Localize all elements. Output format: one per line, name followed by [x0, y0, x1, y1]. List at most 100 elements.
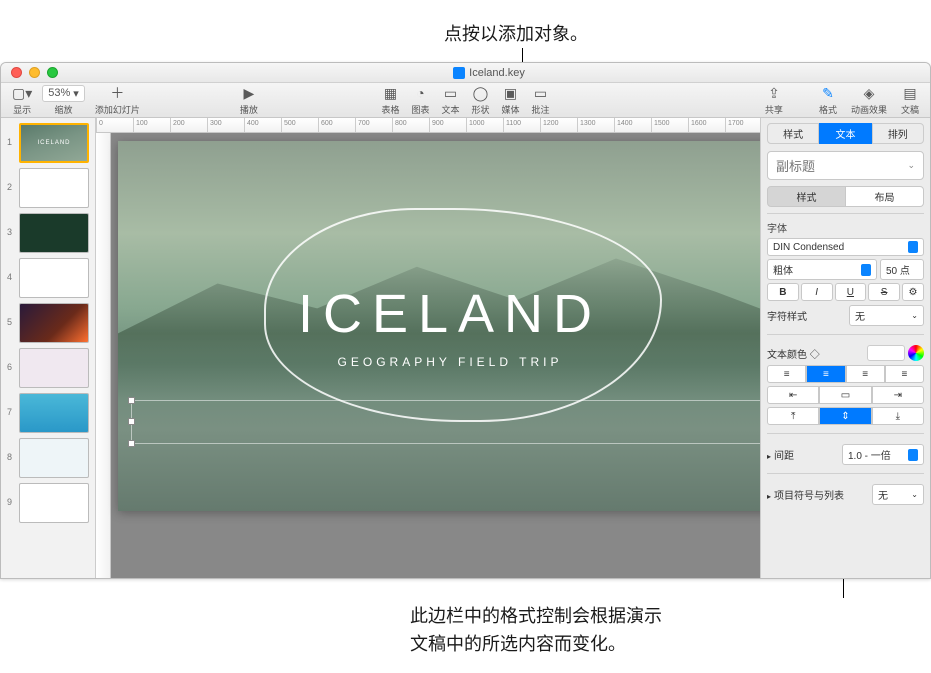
- valign-middle-button[interactable]: ⇕: [819, 407, 871, 425]
- canvas[interactable]: ICELAND GEOGRAPHY FIELD TRIP: [96, 133, 760, 578]
- animate-button[interactable]: ◈动画效果: [846, 85, 892, 116]
- indent-left-button[interactable]: ⇤: [767, 386, 819, 404]
- inspector-tabs: 样式 文本 排列: [761, 118, 930, 147]
- shape-button[interactable]: ◯形状: [467, 85, 495, 116]
- play-button[interactable]: ▶ 播放: [235, 85, 263, 116]
- text-icon: ▭: [444, 85, 457, 102]
- format-icon: ✎: [822, 85, 834, 102]
- app-window: Iceland.key ▢▾ 显示 53%▾ 缩放 ＋ 添加幻灯片 ▶ 播放 ▦…: [0, 62, 931, 579]
- add-slide-button[interactable]: ＋ 添加幻灯片: [90, 85, 145, 116]
- chevron-icon: [908, 449, 918, 461]
- paragraph-style-select[interactable]: 副标题 ⌄: [767, 151, 924, 180]
- callout-bottom: 此边栏中的格式控制会根据演示 文稿中的所选内容而变化。: [410, 602, 662, 658]
- play-icon: ▶: [243, 85, 254, 102]
- keynote-file-icon: [453, 67, 465, 79]
- text-subtabs: 样式 布局: [767, 186, 924, 207]
- color-wheel-icon[interactable]: [908, 345, 924, 361]
- titlebar: Iceland.key: [1, 63, 930, 83]
- slide-subtitle[interactable]: GEOGRAPHY FIELD TRIP: [338, 355, 563, 369]
- document-button[interactable]: ▤文稿: [896, 85, 924, 116]
- view-button[interactable]: ▢▾ 显示: [7, 85, 37, 116]
- indent-none-button[interactable]: ▭: [819, 386, 871, 404]
- tab-arrange[interactable]: 排列: [872, 123, 924, 144]
- ruler-horizontal: 0100200300400500600700800900100011001200…: [96, 118, 760, 133]
- slide-thumb-8[interactable]: 8: [5, 438, 91, 478]
- subtab-style[interactable]: 样式: [767, 186, 846, 207]
- selection-box[interactable]: [131, 400, 760, 444]
- inspector-sidebar: 样式 文本 排列 副标题 ⌄ 样式 布局 字体 DIN Condensed 粗体…: [760, 118, 930, 578]
- textcolor-label: 文本颜色 ◇: [767, 346, 820, 361]
- format-button[interactable]: ✎格式: [814, 85, 842, 116]
- slide-thumb-7[interactable]: 7: [5, 393, 91, 433]
- callout-top: 点按以添加对象。: [444, 20, 588, 46]
- subtab-layout[interactable]: 布局: [846, 186, 924, 207]
- chart-button[interactable]: ◔图表: [406, 85, 434, 116]
- advanced-button[interactable]: ⚙: [902, 283, 924, 301]
- charstyle-label: 字符样式: [767, 308, 807, 323]
- valign-bottom-button[interactable]: ⤓: [872, 407, 924, 425]
- slide-title[interactable]: ICELAND: [298, 283, 602, 345]
- bullets-select[interactable]: 无⌄: [872, 484, 924, 505]
- chevron-down-icon: ▾: [73, 87, 79, 100]
- text-align-group: ≡ ≡ ≡ ≡: [767, 365, 924, 383]
- chevron-icon: [908, 241, 918, 253]
- comment-icon: ▭: [534, 85, 547, 102]
- chart-icon: ◔: [416, 85, 424, 102]
- media-button[interactable]: ▣媒体: [497, 85, 525, 116]
- color-swatch[interactable]: [867, 345, 905, 361]
- slide[interactable]: ICELAND GEOGRAPHY FIELD TRIP: [118, 141, 760, 511]
- minimize-icon[interactable]: [29, 67, 40, 78]
- close-icon[interactable]: [11, 67, 22, 78]
- bold-button[interactable]: B: [767, 283, 799, 301]
- document-title: Iceland.key: [453, 67, 525, 79]
- animate-icon: ◈: [864, 85, 875, 102]
- media-icon: ▣: [504, 85, 517, 102]
- align-right-button[interactable]: ≡: [846, 365, 885, 383]
- toolbar: ▢▾ 显示 53%▾ 缩放 ＋ 添加幻灯片 ▶ 播放 ▦表格 ◔图表 ▭文本 ◯…: [1, 83, 930, 118]
- share-button[interactable]: ⇪共享: [760, 85, 788, 116]
- slide-thumb-3[interactable]: 3: [5, 213, 91, 253]
- zoom-control[interactable]: 53%▾ 缩放: [37, 85, 90, 116]
- text-button[interactable]: ▭文本: [436, 85, 464, 116]
- shape-icon: ◯: [473, 85, 489, 102]
- charstyle-select[interactable]: 无⌄: [849, 305, 924, 326]
- gear-icon: ⚙: [909, 287, 918, 298]
- table-button[interactable]: ▦表格: [376, 85, 404, 116]
- italic-button[interactable]: I: [801, 283, 833, 301]
- spacing-label: ▸间距: [767, 447, 794, 462]
- slide-thumb-5[interactable]: 5: [5, 303, 91, 343]
- share-icon: ⇪: [768, 85, 780, 102]
- view-icon: ▢▾: [12, 85, 32, 102]
- font-weight-select[interactable]: 粗体: [767, 259, 877, 280]
- valign-top-button[interactable]: ⤒: [767, 407, 819, 425]
- align-left-button[interactable]: ≡: [767, 365, 806, 383]
- fullscreen-icon[interactable]: [47, 67, 58, 78]
- align-center-button[interactable]: ≡: [806, 365, 845, 383]
- slide-thumb-2[interactable]: 2: [5, 168, 91, 208]
- indent-right-button[interactable]: ⇥: [872, 386, 924, 404]
- ruler-vertical: [96, 133, 111, 578]
- font-size-stepper[interactable]: 50 点: [880, 259, 924, 280]
- slide-thumb-4[interactable]: 4: [5, 258, 91, 298]
- tab-style[interactable]: 样式: [767, 123, 819, 144]
- font-label: 字体: [767, 220, 924, 235]
- chevron-down-icon: ⌄: [911, 311, 918, 320]
- underline-button[interactable]: U: [835, 283, 867, 301]
- document-icon: ▤: [903, 85, 916, 102]
- bullets-label: ▸项目符号与列表: [767, 487, 844, 502]
- chevron-down-icon: ⌄: [911, 490, 918, 499]
- font-family-select[interactable]: DIN Condensed: [767, 238, 924, 256]
- slide-thumb-1[interactable]: 1ICELAND: [5, 123, 91, 163]
- slide-navigator[interactable]: 1ICELAND 2 3 4 5 6 7 8 9: [1, 118, 96, 578]
- strikethrough-button[interactable]: S: [868, 283, 900, 301]
- chevron-icon: [861, 264, 871, 276]
- plus-icon: ＋: [110, 85, 124, 102]
- spacing-select[interactable]: 1.0 - 一倍: [842, 444, 924, 465]
- align-justify-button[interactable]: ≡: [885, 365, 924, 383]
- table-icon: ▦: [384, 85, 397, 102]
- slide-thumb-9[interactable]: 9: [5, 483, 91, 523]
- chevron-down-icon: ⌄: [907, 160, 915, 171]
- tab-text[interactable]: 文本: [819, 123, 871, 144]
- comment-button[interactable]: ▭批注: [527, 85, 555, 116]
- slide-thumb-6[interactable]: 6: [5, 348, 91, 388]
